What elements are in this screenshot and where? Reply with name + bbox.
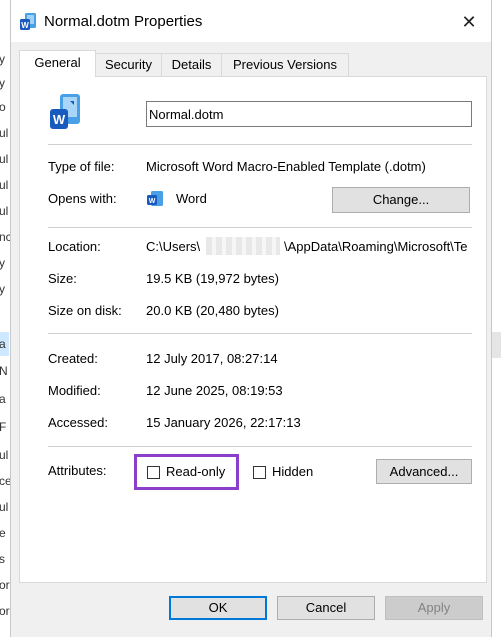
size-on-disk-label: Size on disk: [48,303,122,318]
created-label: Created: [48,351,98,366]
hidden-checkbox[interactable] [253,466,266,479]
read-only-checkbox[interactable] [147,466,160,479]
change-button[interactable]: Change... [332,187,470,213]
ok-button[interactable]: OK [169,596,267,620]
background-text: y [0,256,5,270]
type-of-file-label: Type of file: [48,159,115,174]
tab-previous-versions[interactable]: Previous Versions [221,53,349,76]
type-of-file-value: Microsoft Word Macro-Enabled Template (.… [146,159,426,174]
window-title: Normal.dotm Properties [44,13,203,30]
hidden-label[interactable]: Hidden [272,464,313,479]
background-text: s [0,552,5,566]
background-text: e [0,526,6,540]
apply-button[interactable]: Apply [385,596,483,620]
background-text: ul [0,126,9,140]
properties-dialog: W Normal.dotm Properties ✕ General Secur… [10,0,492,637]
background-text: N [0,364,8,378]
location-suffix: \AppData\Roaming\Microsoft\Te [284,239,468,254]
divider [48,227,472,228]
divider [48,446,472,447]
background-text: or [0,604,10,618]
divider [48,144,472,145]
svg-text:W: W [53,112,66,127]
tab-strip: General Security Details Previous Versio… [19,50,489,77]
tab-security[interactable]: Security [95,53,162,76]
background-text: ul [0,178,9,192]
size-value: 19.5 KB (19,972 bytes) [146,271,279,286]
cancel-button[interactable]: Cancel [277,596,375,620]
background-text: ul [0,448,9,462]
svg-text:W: W [149,198,156,205]
svg-text:W: W [21,21,29,30]
background-text: o [0,100,6,114]
created-value: 12 July 2017, 08:27:14 [146,351,278,366]
background-text: ul [0,500,9,514]
close-button[interactable]: ✕ [457,10,481,34]
accessed-label: Accessed: [48,415,108,430]
accessed-value: 15 January 2026, 22:17:13 [146,415,301,430]
modified-label: Modified: [48,383,101,398]
opens-with-label: Opens with: [48,191,117,206]
advanced-button[interactable]: Advanced... [376,459,472,484]
read-only-label[interactable]: Read-only [166,464,225,479]
background-scroll-highlight [491,332,501,358]
modified-value: 12 June 2025, 08:19:53 [146,383,283,398]
background-text: ul [0,204,9,218]
general-panel: W Type of file: Microsoft Word Macro-Ena… [19,76,487,583]
location-label: Location: [48,239,101,254]
word-template-icon: W [20,13,36,30]
background-text: F [0,420,6,434]
background-text: a [0,392,6,406]
size-on-disk-value: 20.0 KB (20,480 bytes) [146,303,279,318]
file-name-input[interactable] [146,101,472,127]
background-text: ul [0,152,9,166]
background-selected-row: a [0,332,9,356]
background-text: y [0,76,5,90]
background-text: y [0,282,5,296]
tab-general[interactable]: General [19,50,96,77]
background-text: or [0,578,10,592]
redacted-username [206,237,280,255]
divider [48,333,472,334]
background-text: y [0,52,5,66]
word-app-icon: W [147,191,163,206]
size-label: Size: [48,271,77,286]
location-prefix: C:\Users\ [146,239,201,254]
attributes-label: Attributes: [48,463,107,478]
tab-details[interactable]: Details [161,53,222,76]
word-template-icon: W [50,94,80,129]
title-bar[interactable]: W Normal.dotm Properties ✕ [11,0,491,42]
opens-with-value: Word [176,191,207,206]
